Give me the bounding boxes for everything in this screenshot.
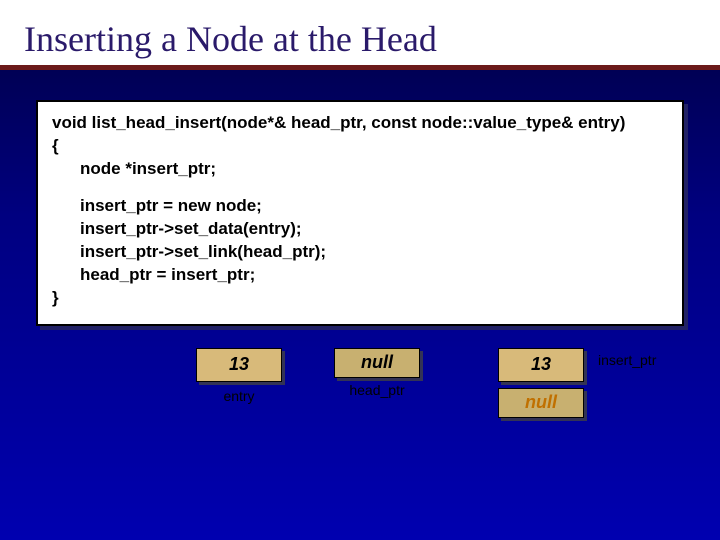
code-line-3: insert_ptr->set_link(head_ptr); [52, 241, 668, 264]
head-ptr-variable: null head_ptr [334, 348, 420, 398]
node-stack: 13 null [498, 348, 584, 418]
slide-title: Inserting a Node at the Head [24, 18, 700, 60]
code-signature: void list_head_insert(node*& head_ptr, c… [52, 112, 668, 135]
head-ptr-value-box: null [334, 348, 420, 378]
code-block: void list_head_insert(node*& head_ptr, c… [36, 100, 684, 326]
code-declaration: node *insert_ptr; [52, 158, 668, 181]
title-underline [0, 65, 720, 70]
code-line-4: head_ptr = insert_ptr; [52, 264, 668, 287]
entry-variable: 13 entry [196, 348, 282, 404]
head-ptr-label: head_ptr [334, 382, 420, 398]
node-link-box: null [498, 388, 584, 418]
code-brace-close: } [52, 287, 668, 310]
title-area: Inserting a Node at the Head [0, 0, 720, 70]
code-brace-open: { [52, 135, 668, 158]
entry-label: entry [196, 388, 282, 404]
code-line-1: insert_ptr = new node; [52, 195, 668, 218]
insert-ptr-label: insert_ptr [598, 352, 656, 368]
code-line-2: insert_ptr->set_data(entry); [52, 218, 668, 241]
diagram-row: 13 entry null head_ptr 13 null insert_pt… [0, 348, 720, 468]
node-data-box: 13 [498, 348, 584, 382]
code-blank-line [52, 181, 668, 195]
new-node: 13 null insert_ptr [498, 348, 584, 418]
entry-value-box: 13 [196, 348, 282, 382]
